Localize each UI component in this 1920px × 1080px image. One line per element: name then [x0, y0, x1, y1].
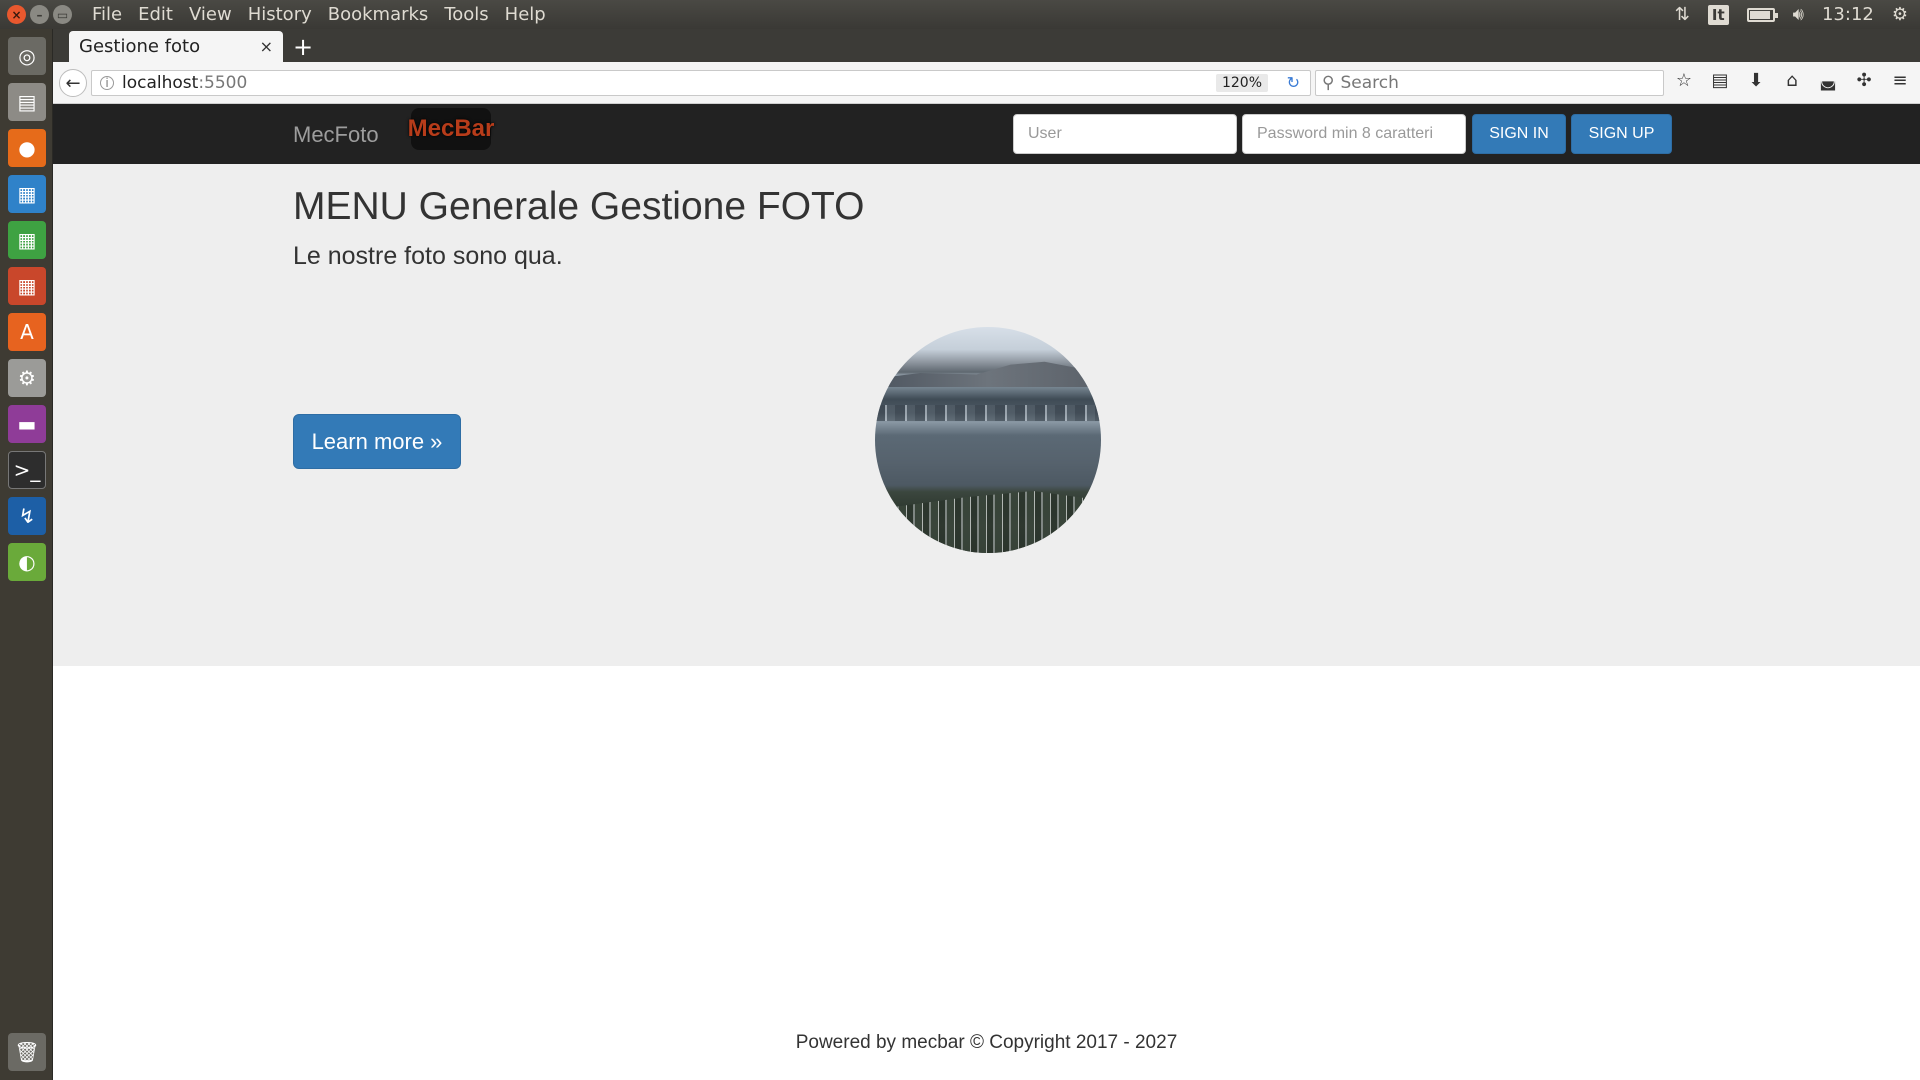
reader-view-icon[interactable]: ▤ [1709, 70, 1731, 91]
tab-bar: Gestione foto × + [53, 29, 1920, 62]
network-arrows-icon[interactable]: ⇅ [1675, 4, 1690, 25]
site-info-icon[interactable]: i [100, 76, 114, 90]
sign-in-button[interactable]: SIGN IN [1472, 114, 1566, 154]
tab-gestione-foto[interactable]: Gestione foto × [69, 31, 283, 62]
jumbotron: MENU Generale Gestione FOTO Le nostre fo… [53, 164, 1920, 666]
ubuntu-dash-icon[interactable]: ◎ [8, 37, 46, 75]
menu-help[interactable]: Help [497, 4, 554, 25]
url-bar[interactable]: i localhost:5500 120% ↻ [91, 70, 1311, 96]
site-brand[interactable]: MecFoto [293, 122, 379, 148]
volume-icon[interactable]: 🔊︎ [1793, 4, 1804, 25]
files-icon[interactable]: ▤ [8, 83, 46, 121]
page-footer: Powered by mecbar © Copyright 2017 - 202… [795, 1032, 1178, 1053]
site-navbar: MecFoto MecBar User Password min 8 carat… [53, 104, 1920, 164]
search-bar[interactable]: ⚲ Search [1315, 70, 1664, 96]
user-input[interactable]: User [1013, 114, 1237, 154]
system-top-panel: × – ▭ File Edit View History Bookmarks T… [0, 0, 1920, 29]
app-icon[interactable]: ◐ [8, 543, 46, 581]
circular-landscape-photo [875, 327, 1101, 553]
network-icon[interactable]: ↯ [8, 497, 46, 535]
terminal-icon[interactable]: >_ [8, 451, 46, 489]
home-icon[interactable]: ⌂ [1781, 70, 1803, 91]
window-close-button[interactable]: × [7, 5, 26, 24]
menu-history[interactable]: History [240, 4, 320, 25]
trash-icon[interactable]: 🗑︎ [8, 1033, 46, 1071]
bookmark-star-icon[interactable]: ☆ [1673, 70, 1695, 91]
impress-icon[interactable]: ▦ [8, 267, 46, 305]
menu-tools[interactable]: Tools [436, 4, 496, 25]
mecbar-logo: MecBar [408, 108, 494, 150]
tab-close-icon[interactable]: × [260, 37, 273, 56]
menu-edit[interactable]: Edit [130, 4, 181, 25]
keyboard-layout-indicator[interactable]: It [1707, 4, 1729, 25]
software-center-icon[interactable]: A [8, 313, 46, 351]
photo-shoreline [875, 405, 1101, 421]
firefox-window: Gestione foto × + ← i localhost:5500 120… [53, 29, 1920, 1080]
extension-icon[interactable]: ✣ [1853, 70, 1875, 91]
unity-launcher: ◎ ▤ ● ▦ ▦ ▦ A ⚙ ▬ >_ ↯ ◐ 🗑︎ [0, 29, 53, 1080]
menu-view[interactable]: View [181, 4, 240, 25]
battery-icon[interactable] [1746, 7, 1778, 22]
search-icon: ⚲ [1322, 73, 1335, 93]
battery-level-fill [1749, 10, 1771, 19]
password-input[interactable]: Password min 8 caratteri [1242, 114, 1466, 154]
menu-file[interactable]: File [84, 4, 130, 25]
url-host: localhost [122, 73, 199, 93]
page-title: MENU Generale Gestione FOTO [293, 185, 865, 228]
settings-icon[interactable]: ⚙ [8, 359, 46, 397]
photo-town [875, 491, 1101, 553]
firefox-icon[interactable]: ● [8, 129, 46, 167]
sign-up-button[interactable]: SIGN UP [1571, 114, 1672, 154]
window-controls: × – ▭ [0, 5, 84, 24]
video-icon[interactable]: ▬ [8, 405, 46, 443]
toolbar-icons: ☆ ▤ ⬇ ⌂ ◛ ✣ ≡ [1673, 70, 1911, 91]
window-minimize-button[interactable]: – [30, 5, 49, 24]
page-subtitle: Le nostre foto sono qua. [293, 242, 563, 270]
hamburger-menu-icon[interactable]: ≡ [1889, 70, 1911, 91]
web-page: MecFoto MecBar User Password min 8 carat… [53, 104, 1920, 1080]
app-menubar: File Edit View History Bookmarks Tools H… [84, 4, 554, 25]
power-gear-icon[interactable]: ⚙ [1892, 4, 1908, 25]
calc-icon[interactable]: ▦ [8, 221, 46, 259]
photo-hills [875, 361, 1101, 387]
new-tab-button[interactable]: + [293, 31, 313, 62]
tab-title: Gestione foto [79, 36, 201, 57]
back-arrow-icon[interactable]: ← [59, 69, 87, 97]
reload-icon[interactable]: ↻ [1287, 73, 1300, 92]
browser-toolbar: ← i localhost:5500 120% ↻ ⚲ Search ☆ ▤ ⬇… [53, 62, 1920, 104]
zoom-indicator[interactable]: 120% [1215, 74, 1268, 92]
url-port: :5500 [198, 73, 248, 93]
learn-more-button[interactable]: Learn more » [293, 414, 461, 469]
pocket-icon[interactable]: ◛ [1817, 70, 1839, 91]
window-maximize-button[interactable]: ▭ [53, 5, 72, 24]
clock[interactable]: 13:12 [1822, 4, 1874, 25]
downloads-icon[interactable]: ⬇ [1745, 70, 1767, 91]
system-tray: ⇅ It 🔊︎ 13:12 ⚙ [1675, 0, 1920, 29]
writer-icon[interactable]: ▦ [8, 175, 46, 213]
menu-bookmarks[interactable]: Bookmarks [320, 4, 437, 25]
search-placeholder: Search [1340, 73, 1399, 93]
